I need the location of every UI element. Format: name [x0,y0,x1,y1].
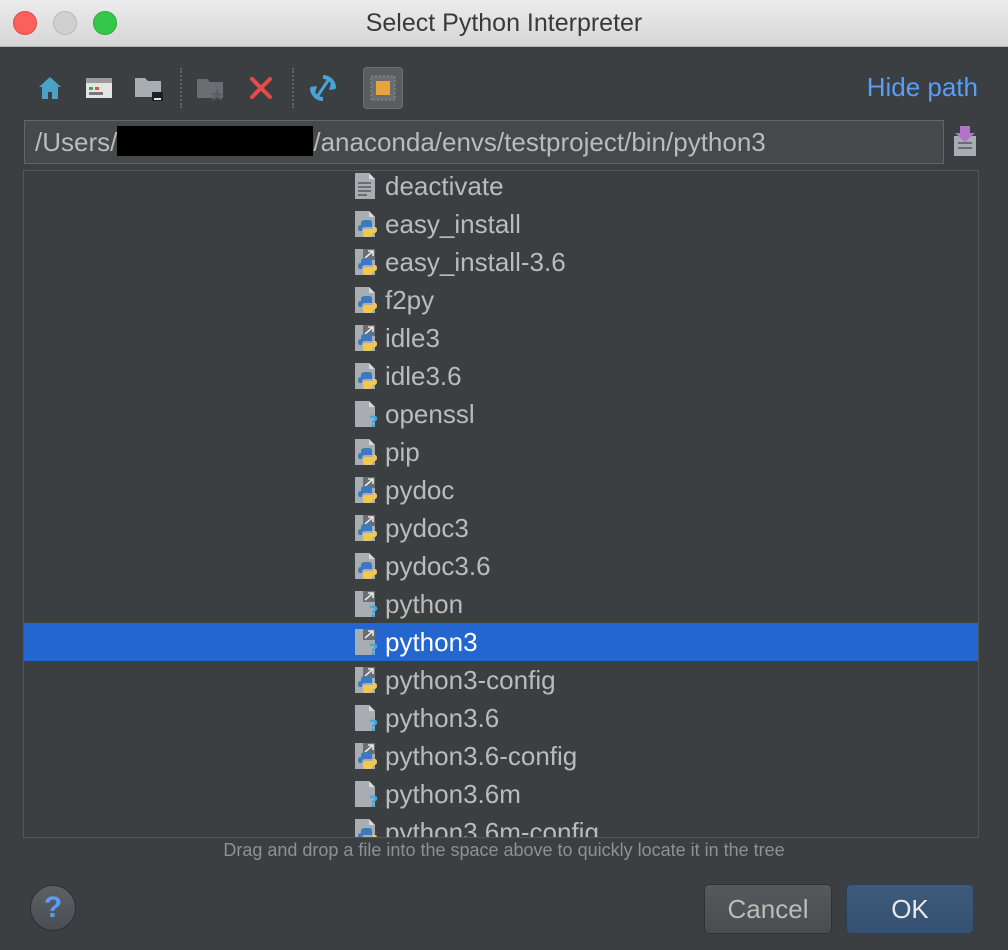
redacted-username [117,126,314,156]
tree-item-label: pip [385,437,420,467]
show-hidden-files-icon [370,75,396,101]
tree-item[interactable]: pydoc [24,471,978,509]
refresh-icon [310,75,336,101]
svg-text:?: ? [369,602,378,619]
tree-item[interactable]: ? openssl [24,395,978,433]
tree-item-label: easy_install-3.6 [385,247,566,277]
window-title: Select Python Interpreter [365,9,643,37]
download-icon [954,126,976,156]
svg-text:?: ? [369,716,378,733]
ok-button[interactable]: OK [846,884,974,934]
home-icon [39,77,61,99]
tree-item[interactable]: pydoc3 [24,509,978,547]
svg-text:?: ? [369,412,378,429]
tree-item[interactable]: f2py [24,281,978,319]
tree-item[interactable]: python3.6-config [24,737,978,775]
tree-item[interactable]: ? python3.6 [24,699,978,737]
tree-item-label: python [385,589,464,619]
svg-text:?: ? [369,640,378,657]
python-file-icon [352,513,380,543]
tree-item-label: pydoc3 [385,513,469,543]
hide-path-link[interactable]: Hide path [867,72,978,103]
unknown-file-icon: ? [352,627,380,659]
python-file-icon [352,361,380,391]
tree-item-label: python3.6m-config [385,817,599,838]
python-file-icon [352,741,380,771]
tree-item-label: python3.6-config [385,741,578,771]
new-folder-button[interactable] [193,70,229,106]
tree-item[interactable]: pydoc3.6 [24,547,978,585]
tree-item-label: python3 [385,627,478,657]
tree-item-selected[interactable]: ? python3 [24,623,978,661]
show-hidden-files-toggle[interactable] [363,67,403,109]
svg-text:?: ? [369,792,378,809]
refresh-button[interactable] [305,70,341,106]
path-dropdown-button[interactable] [950,124,980,160]
python-file-icon [352,285,380,315]
tree-item[interactable]: idle3.6 [24,357,978,395]
tree-item[interactable]: ? python3.6m [24,775,978,813]
help-button[interactable]: ? [30,885,76,931]
delete-button[interactable] [243,70,279,106]
python-file-icon [352,475,380,505]
python-file-icon [352,817,380,837]
home-button[interactable] [32,70,68,106]
path-prefix: /Users/ [35,127,118,157]
unknown-file-icon: ? [352,399,380,431]
python-file-icon [352,437,380,467]
desktop-icon [86,78,112,98]
tree-item-label: idle3.6 [385,361,462,391]
text-file-icon [352,171,380,201]
tree-item-label: openssl [385,399,475,429]
python-file-icon [352,551,380,581]
toolbar-separator [292,68,294,108]
tree-item-label: f2py [385,285,435,315]
file-tree[interactable]: deactivate easy_install easy_install-3.6 f2… [23,170,979,838]
tree-item[interactable]: deactivate [24,171,978,205]
path-suffix: /anaconda/envs/testproject/bin/python3 [313,127,766,157]
tree-item[interactable]: pip [24,433,978,471]
tree-item[interactable]: idle3 [24,319,978,357]
tree-item[interactable]: easy_install [24,205,978,243]
tree-item-label: pydoc [385,475,455,505]
drag-drop-hint: Drag and drop a file into the space abov… [223,840,785,860]
python-file-icon [352,665,380,695]
tree-item-label: idle3 [385,323,440,353]
tree-item[interactable]: ? python [24,585,978,623]
new-folder-icon [197,79,224,101]
tree-item-label: python3.6m [385,779,521,809]
path-input[interactable]: /Users/ /anaconda/envs/testproject/bin/py… [24,120,944,164]
tree-item-label: pydoc3.6 [385,551,491,581]
toolbar-separator [180,68,182,108]
folder-icon [135,78,163,101]
unknown-file-icon: ? [352,589,380,621]
toolbar [30,64,410,112]
python-file-icon [352,209,380,239]
tree-item-label: deactivate [385,171,504,201]
unknown-file-icon: ? [352,779,380,811]
title-bar: Select Python Interpreter [0,0,1008,47]
project-button[interactable] [131,70,167,106]
tree-item-label: easy_install [385,209,521,239]
desktop-button[interactable] [81,70,117,106]
python-file-icon [352,323,380,353]
cancel-button[interactable]: Cancel [704,884,832,934]
python-file-icon [352,247,380,277]
unknown-file-icon: ? [352,703,380,735]
tree-item[interactable]: easy_install-3.6 [24,243,978,281]
delete-icon [250,77,272,99]
tree-item[interactable]: python3.6m-config [24,813,978,838]
tree-item[interactable]: python3-config [24,661,978,699]
tree-item-label: python3.6 [385,703,500,733]
tree-item-label: python3-config [385,665,556,695]
